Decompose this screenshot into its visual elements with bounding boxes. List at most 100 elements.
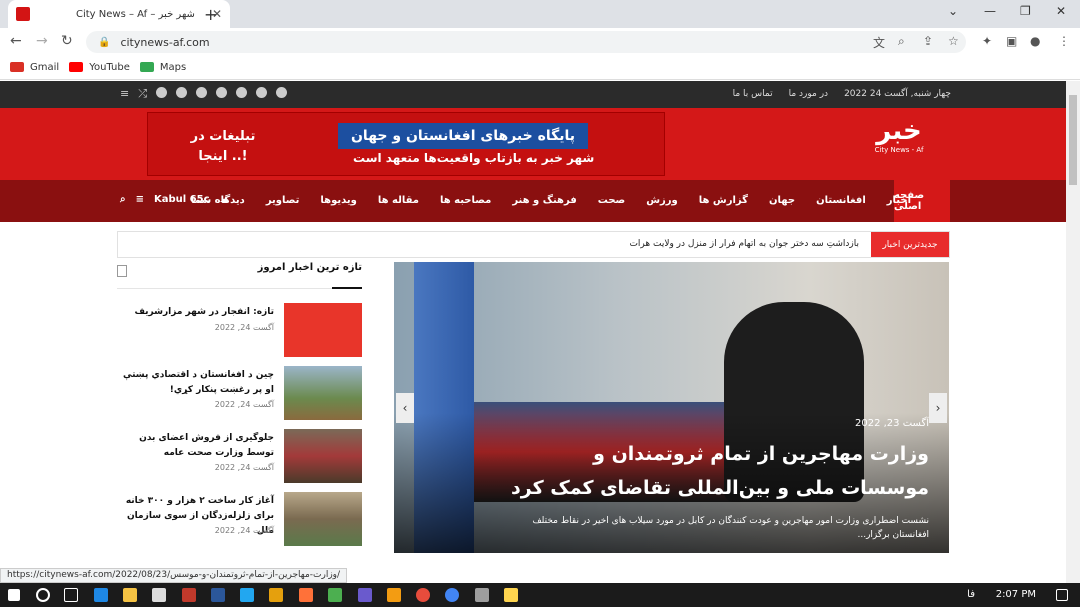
about-link[interactable]: در مورد ما [789,89,828,99]
post-date: آگست 24, 2022 [214,463,274,472]
minimize-icon[interactable]: — [984,4,996,18]
file-explorer-icon[interactable] [123,588,137,602]
notifications-icon[interactable] [1056,589,1068,601]
menu-kebab-icon[interactable]: ⋮ [1058,34,1070,48]
post-thumbnail [284,429,362,483]
browser-tab[interactable]: City News – Af – شهر خبر ✕ [8,0,230,28]
random-icon[interactable]: ⤮ [138,87,147,101]
list-item[interactable]: چین د افغانستان د اقتصادي پښتې او پر رغښ… [117,366,362,420]
nav-item-articles[interactable]: مقاله ها [378,195,419,206]
contact-link[interactable]: تماس با ما [733,89,773,99]
post-date: آگست 24, 2022 [214,323,274,332]
app-icon-7[interactable] [504,588,518,602]
list-item[interactable]: جلوگیری از فروش اعضای بدن توسط وزارت صحت… [117,429,362,483]
banner-ad-text: تبلیغات در اینجا ..! [190,129,256,164]
twitter-icon[interactable] [256,87,268,98]
whatsapp-icon[interactable] [176,87,188,98]
app-icon-3[interactable] [328,588,342,602]
slider-next-button[interactable]: › [929,393,947,423]
new-tab-button[interactable]: + [204,5,217,24]
bookmark-youtube[interactable]: YouTube [69,62,130,73]
nav-item-sport[interactable]: ورزش [646,195,678,206]
hamburger-icon[interactable]: ≡ [136,194,144,205]
nav-item-news[interactable]: اخبار [887,195,911,206]
header-banner[interactable]: پایگاه خبرهای افغانستان و جهان شهر خبر ب… [147,112,665,176]
document-icon [117,265,127,277]
facebook-icon[interactable] [276,87,288,98]
share-icon[interactable]: ⇪ [923,34,933,48]
translate-icon[interactable]: 文 [873,34,885,51]
app-icon-2[interactable] [269,588,283,602]
word-icon[interactable] [211,588,225,602]
language-indicator[interactable]: فا [967,589,975,600]
youtube-social-icon[interactable] [236,87,248,98]
bookmark-star-icon[interactable]: ☆ [948,34,959,48]
ticker-headline[interactable]: بازداشتِ سه دختر جوان به اتهام فرار از م… [629,239,859,249]
page-scrollbar[interactable] [1066,81,1080,583]
topbar-date: چهار شنبه, آگست 24 2022 [844,89,951,99]
instagram-icon[interactable] [216,87,228,98]
nav-items: اخبار افغانستان جهان گزارش ها ورزش صحت ف… [170,195,911,206]
windows-start-icon[interactable] [8,589,20,601]
list-item[interactable]: تازه: انفجار در شهر مزارشریف آگست 24, 20… [117,303,362,357]
menu-icon[interactable]: ≡ [120,87,129,101]
task-view-icon[interactable] [64,588,78,602]
windows-taskbar: فا 2:07 PM [0,583,1080,607]
taskbar-clock[interactable]: 2:07 PM [996,589,1036,600]
nav-item-afghanistan[interactable]: افغانستان [816,195,866,206]
profile-avatar-icon[interactable]: ● [1030,34,1040,48]
app-icon-6[interactable] [475,588,489,602]
extensions-icon[interactable]: ✦ [982,34,992,48]
nav-item-videos[interactable]: ویدیوها [320,195,356,206]
maximize-icon[interactable]: ❐ [1020,4,1031,18]
tab-search-icon[interactable]: ⌄ [948,4,958,18]
scrollbar-thumb[interactable] [1069,95,1077,185]
reload-icon[interactable]: ↻ [61,33,73,49]
chrome-icon[interactable] [445,588,459,602]
nav-item-health[interactable]: صحت [598,195,625,206]
post-date: آگست 24, 2022 [214,400,274,409]
weather-widget: Kabul 65c [154,194,210,205]
opera-icon[interactable] [416,588,430,602]
user-icon[interactable] [156,87,168,98]
forward-icon[interactable]: → [36,33,48,49]
ticker-label: جدیدترین اخبار [871,232,949,257]
app-icon-5[interactable] [387,588,401,602]
cloud-icon: ☁ [219,194,230,205]
nav-item-reports[interactable]: گزارش ها [699,195,748,206]
site-logo[interactable]: خبر City News - Af [866,116,932,174]
slide-title[interactable]: وزارت مهاجرین از تمام ثروتمندان و موسسات… [509,437,929,505]
nav-item-photos[interactable]: تصاویر [266,195,300,206]
firefox-icon[interactable] [299,588,313,602]
app-icon-4[interactable] [358,588,372,602]
back-icon[interactable]: ← [10,33,22,49]
main-nav: صفحه اصلی اخبار افغانستان جهان گزارش ها … [0,180,1066,222]
store-icon[interactable] [152,588,166,602]
post-date: آگست 24, 2022 [214,526,274,535]
search-taskbar-icon[interactable] [36,588,50,602]
search-icon[interactable]: ⌕ [120,194,126,205]
address-bar[interactable]: 🔒 citynews-af.com [86,31,966,53]
post-title[interactable]: تازه: انفجار در شهر مزارشریف [119,305,274,320]
list-item[interactable]: آغاز کار ساخت ۲ هزار و ۳۰۰ خانه برای زلز… [117,492,362,546]
nav-item-world[interactable]: جهان [769,195,795,206]
side-panel-icon[interactable]: ▣ [1006,34,1017,48]
featured-slider[interactable]: آگست 23, 2022 وزارت مهاجرین از تمام ثروت… [394,262,949,553]
webpage: ≡ ⤮ چهار شنبه, آگست 24 2022 در مورد ما ت… [0,81,1066,570]
breaking-news-ticker: جدیدترین اخبار بازداشتِ سه دختر جوان به … [117,231,950,258]
bookmark-gmail[interactable]: Gmail [10,62,59,73]
nav-item-interviews[interactable]: مصاحبه ها [440,195,491,206]
slider-prev-button[interactable]: ‹ [396,393,414,423]
edge-icon[interactable] [94,588,108,602]
nav-item-culture[interactable]: فرهنگ و هنر [512,195,576,206]
tab-title: City News – Af – شهر خبر [76,8,195,20]
vscode-icon[interactable] [240,588,254,602]
bookmark-maps[interactable]: Maps [139,62,186,73]
zoom-icon[interactable]: ⌕ [898,34,905,49]
telegram-icon[interactable] [196,87,208,98]
post-title[interactable]: جلوگیری از فروش اعضای بدن توسط وزارت صحت… [119,431,274,461]
post-title[interactable]: چین د افغانستان د اقتصادي پښتې او پر رغښ… [119,368,274,398]
bookmarks-bar: Gmail YouTube Maps [0,55,1080,80]
close-window-icon[interactable]: ✕ [1056,4,1066,18]
app-icon[interactable] [182,588,196,602]
